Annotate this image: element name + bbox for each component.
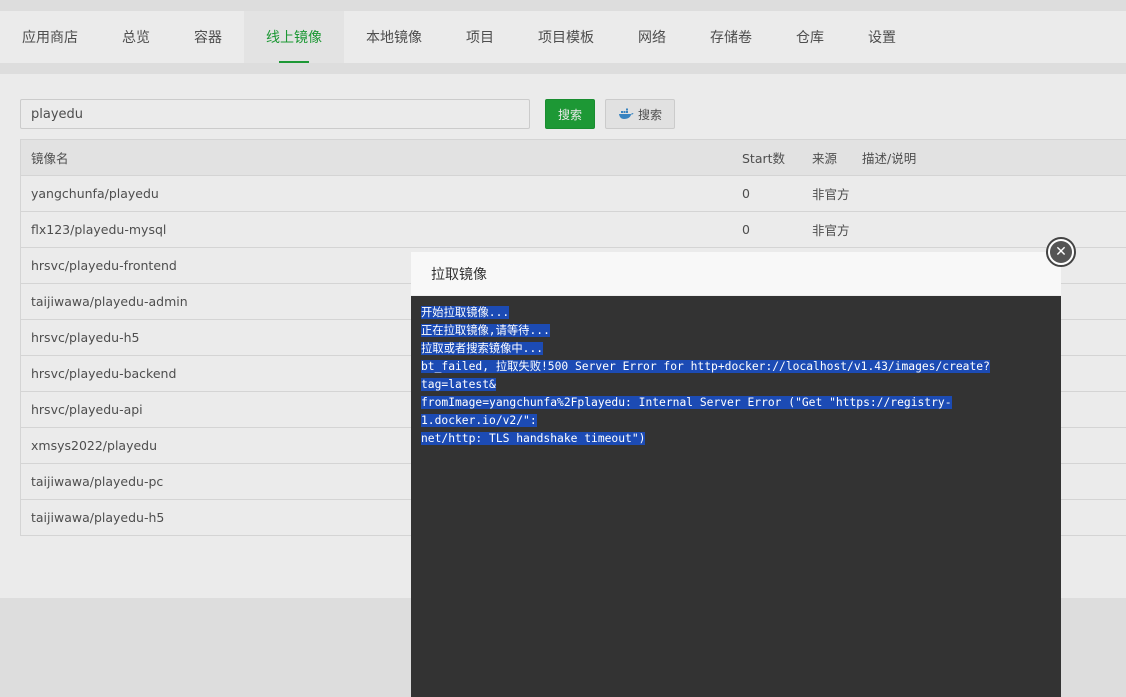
dialog-close-button[interactable]: ✕ (1046, 237, 1076, 267)
pull-image-dialog: 拉取镜像 开始拉取镜像... 正在拉取镜像,请等待... 拉取或者搜索镜像中..… (411, 252, 1061, 697)
log-line: net/http: TLS handshake timeout") (421, 432, 646, 445)
log-line: fromImage=yangchunfa%2Fplayedu: Internal… (421, 396, 952, 427)
log-line: 正在拉取镜像,请等待... (421, 324, 550, 337)
log-line: 开始拉取镜像... (421, 306, 510, 319)
log-line: 拉取或者搜索镜像中... (421, 342, 544, 355)
pull-log-console[interactable]: 开始拉取镜像... 正在拉取镜像,请等待... 拉取或者搜索镜像中... bt_… (411, 296, 1061, 448)
close-icon: ✕ (1050, 241, 1072, 263)
log-line: bt_failed, 拉取失败!500 Server Error for htt… (421, 360, 990, 391)
dialog-title: 拉取镜像 (411, 252, 1061, 296)
